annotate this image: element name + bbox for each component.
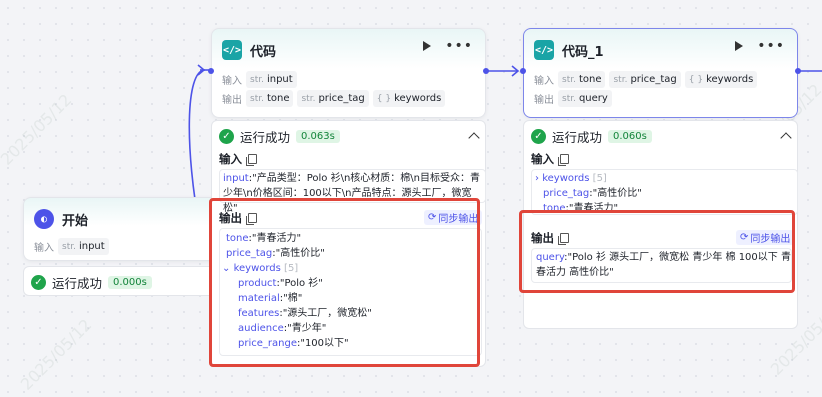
run-input-key: input xyxy=(223,173,249,184)
status-text: 运行成功 xyxy=(52,276,103,291)
input-tag: str. input xyxy=(58,238,109,255)
output-port[interactable] xyxy=(483,68,489,74)
output-label: 输出 xyxy=(222,95,242,106)
code-input-row: 输入 str. input xyxy=(222,71,297,88)
status-text: 运行成功 xyxy=(240,130,291,145)
code-icon: </> xyxy=(222,40,242,60)
start-node-title: 开始 xyxy=(62,213,89,229)
input-line: price_tag:"高性价比" xyxy=(543,188,642,199)
code1-output-row: 输出 str. query xyxy=(534,90,612,107)
output-tag: str. query xyxy=(558,90,612,107)
start-node-header: ◐ 开始 xyxy=(34,208,88,230)
input-tag: str. input xyxy=(246,71,297,88)
input-label: 输入 xyxy=(534,76,554,87)
code-icon: </> xyxy=(534,40,554,60)
success-check-icon: ✓ xyxy=(531,129,546,144)
collapse-icon[interactable] xyxy=(468,132,480,144)
run-input-title: 输入 xyxy=(219,151,257,167)
output-tag: { } keywords xyxy=(372,90,446,107)
time-badge: 0.060s xyxy=(608,130,652,143)
copy-icon[interactable] xyxy=(246,154,257,166)
success-check-icon: ✓ xyxy=(31,275,46,290)
output-port[interactable] xyxy=(795,68,801,74)
time-badge: 0.063s xyxy=(296,130,340,143)
collapse-icon[interactable] xyxy=(780,132,792,144)
input-tag: str. tone xyxy=(558,71,606,88)
keywords-line[interactable]: › keywords [5] xyxy=(535,171,794,186)
highlight-box xyxy=(209,198,480,367)
start-status[interactable]: ✓ 运行成功 0.000s xyxy=(23,266,225,296)
more-icon[interactable]: ••• xyxy=(445,39,473,53)
code-output-row: 输出 str. tone str. price_tag { } keywords xyxy=(222,90,446,107)
code1-node-title: 代码_1 xyxy=(562,44,604,60)
success-check-icon: ✓ xyxy=(219,129,234,144)
start-input-row: 输入 str. input xyxy=(34,238,109,255)
copy-icon[interactable] xyxy=(558,154,569,166)
run-icon[interactable] xyxy=(735,41,744,51)
code-node-header: </> 代码 xyxy=(222,39,276,61)
input-tag: { } keywords xyxy=(684,71,758,88)
start-node[interactable]: ◐ 开始 输入 str. input xyxy=(23,197,225,261)
code-node[interactable]: </> 代码 ••• 输入 str. input 输出 str. tone str.… xyxy=(208,28,489,118)
more-icon[interactable]: ••• xyxy=(757,39,785,53)
code-node-title: 代码 xyxy=(250,44,277,60)
time-badge: 0.000s xyxy=(108,276,152,289)
code1-node[interactable]: </> 代码_1 ••• 输入 str. tone str. price_tag {… xyxy=(520,28,801,118)
output-tag: str. tone xyxy=(246,90,294,107)
input-label: 输入 xyxy=(222,76,242,87)
input-port[interactable] xyxy=(520,68,526,74)
highlight-box xyxy=(519,210,795,293)
run-input-box: › keywords [5] price_tag:"高性价比" tone:"青春… xyxy=(531,169,798,215)
output-label: 输出 xyxy=(534,95,554,106)
output-tag: str. price_tag xyxy=(297,90,369,107)
run-icon[interactable] xyxy=(423,41,432,51)
start-icon: ◐ xyxy=(34,209,54,229)
input-port[interactable] xyxy=(208,68,214,74)
run-input-title: 输入 xyxy=(531,151,569,167)
code1-input-row: 输入 str. tone str. price_tag { } keywords xyxy=(534,71,758,88)
status-text: 运行成功 xyxy=(552,130,603,145)
input-label: 输入 xyxy=(34,243,54,254)
code1-node-header: </> 代码_1 xyxy=(534,39,604,61)
input-tag: str. price_tag xyxy=(609,71,681,88)
